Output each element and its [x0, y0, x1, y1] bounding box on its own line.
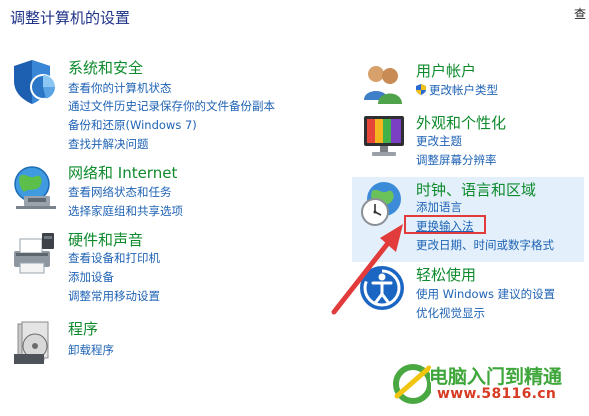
clock-globe-icon[interactable] — [358, 179, 408, 229]
programs-disc-icon[interactable] — [10, 318, 60, 368]
ease-of-access-title[interactable]: 轻松使用 — [416, 264, 476, 285]
security-shield-icon[interactable] — [10, 57, 60, 107]
watermark-url: www.58116.cn — [437, 386, 557, 402]
add-language-link[interactable]: 添加语言 — [416, 199, 462, 215]
user-accounts-title[interactable]: 用户帐户 — [416, 60, 476, 81]
page-title: 调整计算机的设置 — [10, 9, 131, 27]
programs-title[interactable]: 程序 — [68, 318, 98, 339]
uac-shield-icon — [416, 84, 426, 95]
watermark-title: 电脑入门到精通 — [429, 366, 563, 388]
add-device-link[interactable]: 添加设备 — [68, 269, 114, 285]
network-globe-icon[interactable] — [10, 162, 60, 212]
view-by-label[interactable]: 查 — [574, 5, 586, 22]
site-watermark: 电脑入门到精通 www.58116.cn — [393, 358, 583, 408]
view-computer-status-link[interactable]: 查看你的计算机状态 — [68, 80, 172, 96]
homegroup-sharing-link[interactable]: 选择家庭组和共享选项 — [68, 203, 183, 219]
change-account-type-label: 更改帐户类型 — [429, 83, 498, 97]
backup-restore-link[interactable]: 备份和还原(Windows 7) — [68, 117, 197, 133]
change-theme-link[interactable]: 更改主题 — [416, 133, 462, 149]
annotation-highlight-box — [404, 215, 486, 234]
change-date-time-format-link[interactable]: 更改日期、时间或数字格式 — [416, 237, 554, 253]
hardware-sound-title[interactable]: 硬件和声音 — [68, 229, 143, 250]
clock-language-region-title[interactable]: 时钟、语言和区域 — [416, 179, 536, 200]
uninstall-program-link[interactable]: 卸载程序 — [68, 342, 114, 358]
change-account-type-link[interactable]: 更改帐户类型 — [416, 82, 498, 98]
monitor-personalization-icon[interactable] — [358, 112, 408, 162]
network-internet-title[interactable]: 网络和 Internet — [68, 162, 177, 183]
optimize-visual-display-link[interactable]: 优化视觉显示 — [416, 305, 485, 321]
recommended-settings-link[interactable]: 使用 Windows 建议的设置 — [416, 286, 555, 302]
screen-resolution-link[interactable]: 调整屏幕分辨率 — [416, 152, 497, 168]
watermark-logo-icon — [393, 364, 431, 404]
printer-icon[interactable] — [10, 229, 60, 279]
file-history-link[interactable]: 通过文件历史记录保存你的文件备份副本 — [68, 98, 275, 114]
devices-printers-link[interactable]: 查看设备和打印机 — [68, 250, 160, 266]
ease-of-access-icon[interactable] — [358, 264, 408, 314]
system-security-title[interactable]: 系统和安全 — [68, 57, 143, 78]
troubleshoot-link[interactable]: 查找并解决问题 — [68, 136, 149, 152]
network-status-link[interactable]: 查看网络状态和任务 — [68, 184, 172, 200]
users-icon[interactable] — [358, 60, 408, 110]
mobility-settings-link[interactable]: 调整常用移动设置 — [68, 288, 160, 304]
appearance-title[interactable]: 外观和个性化 — [416, 112, 506, 133]
